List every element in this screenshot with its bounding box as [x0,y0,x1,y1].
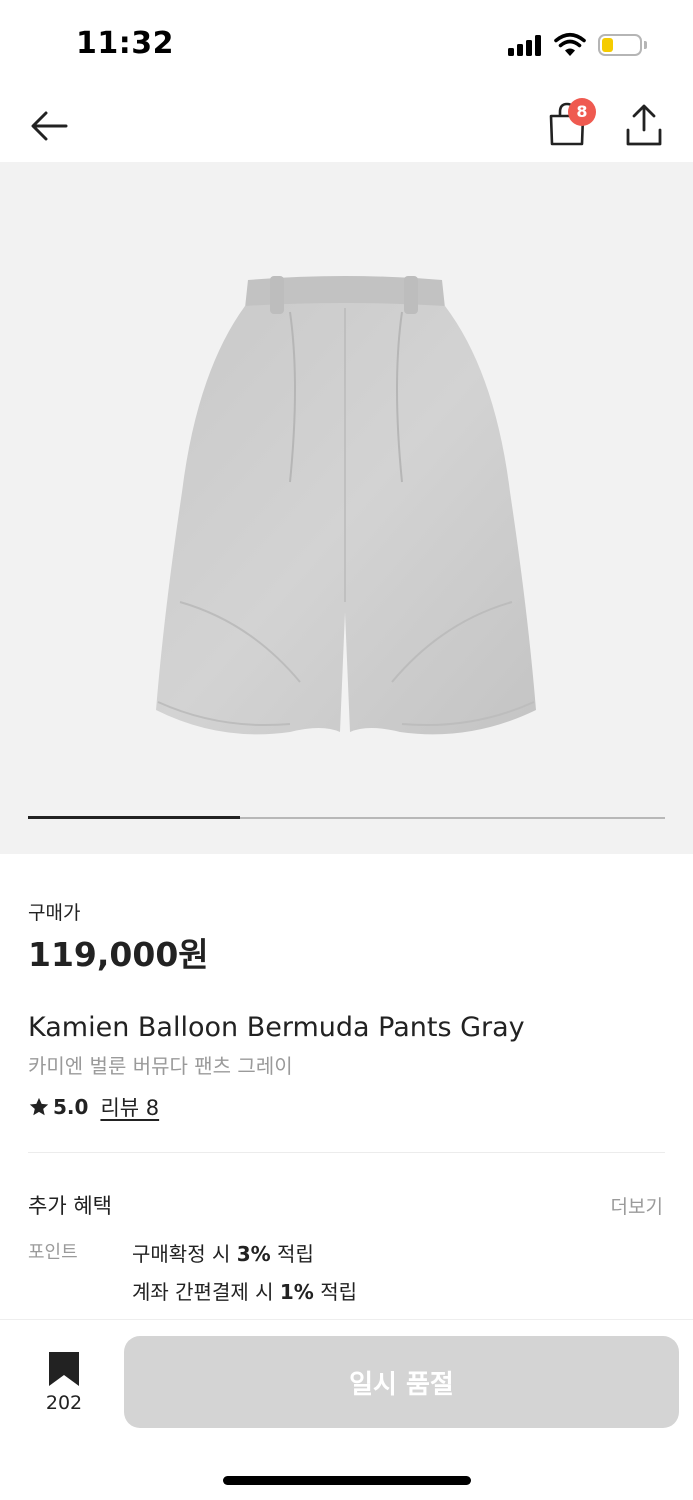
product-name-en: Kamien Balloon Bermuda Pants Gray [28,1012,525,1043]
gallery-progress-fill [28,816,241,819]
benefit-line-1-pre: 구매확정 시 [132,1242,237,1266]
benefit-line-1-rate: 3% [236,1242,271,1266]
review-link[interactable]: 리뷰 8 [100,1092,159,1122]
soldout-button[interactable]: 일시 품절 [124,1336,679,1428]
product-name-ko: 카미엔 벌룬 버뮤다 팬츠 그레이 [28,1054,293,1078]
product-image-gallery[interactable] [0,162,693,854]
battery-level [602,38,613,52]
benefit-point-label: 포인트 [28,1242,78,1263]
benefit-line-1-post: 적립 [270,1242,314,1266]
battery-cap [644,41,647,49]
benefit-line-2-rate: 1% [279,1280,314,1304]
arrow-left-icon[interactable] [26,102,74,150]
bookmark-count: 202 [45,1392,83,1414]
rating-row: 5.0 리뷰 8 [28,1092,159,1122]
home-indicator [223,1476,471,1485]
benefit-line-2: 계좌 간편결제 시 1% 적립 [132,1276,357,1305]
cellular-signal-icon [508,34,544,56]
price-label: 구매가 [28,902,81,924]
benefit-title: 추가 혜택 [28,1194,112,1218]
section-divider [28,1152,665,1153]
status-time: 11:32 [76,26,174,61]
benefit-line-2-post: 적립 [313,1280,358,1304]
share-icon[interactable] [620,100,668,152]
product-image [156,276,536,735]
bottom-action-bar: 202 일시 품절 [0,1320,693,1500]
status-bar: 11:32 [0,0,693,90]
benefit-line-1: 구매확정 시 3% 적립 [132,1238,314,1267]
bookmark-button[interactable]: 202 [40,1350,88,1420]
benefit-line-2-pre: 계좌 간편결제 시 [132,1280,280,1304]
battery-icon [598,34,642,56]
price-value: 119,000원 [28,935,209,974]
bookmark-icon [49,1352,79,1386]
cart-count-badge: 8 [568,98,596,126]
benefit-more-link[interactable]: 더보기 [611,1192,663,1219]
rating-value: 5.0 [53,1095,89,1119]
star-icon [29,1097,49,1116]
gallery-progress-track [28,816,665,819]
wifi-icon [554,32,586,56]
